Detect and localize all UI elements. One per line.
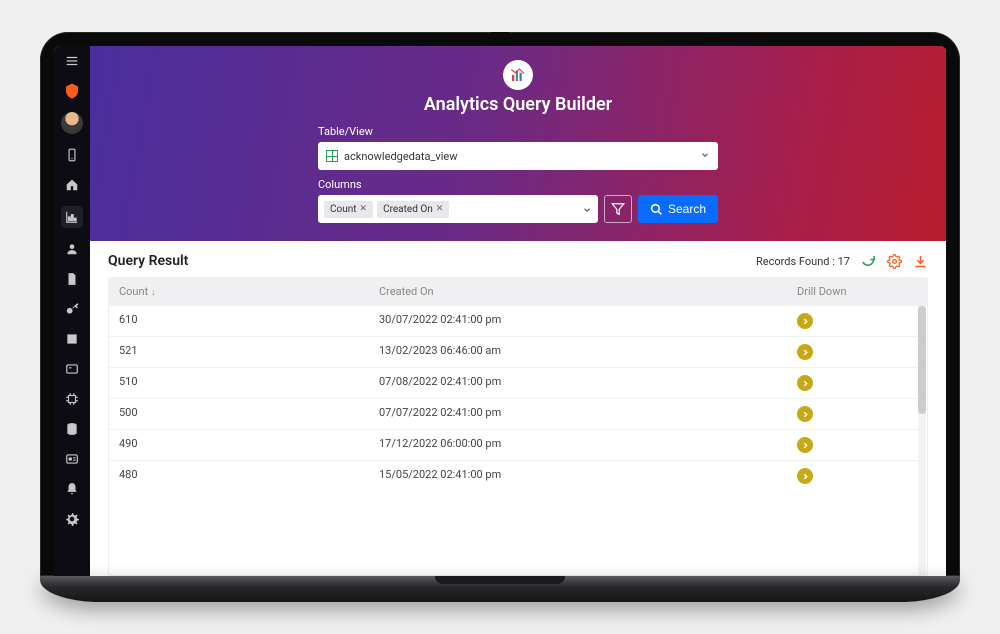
sort-desc-icon: ↓: [151, 288, 156, 298]
chip-remove-icon[interactable]: ✕: [360, 204, 368, 214]
laptop-frame: Analytics Query Builder Table/View ackno…: [40, 32, 960, 602]
table-label: Table/View: [318, 125, 718, 138]
book-icon[interactable]: [63, 330, 81, 348]
header: Analytics Query Builder Table/View ackno…: [90, 46, 946, 241]
filter-button[interactable]: [604, 195, 632, 223]
settings-icon[interactable]: [886, 253, 902, 269]
th-drill: Drill Down: [787, 278, 927, 305]
screen-bezel: Analytics Query Builder Table/View ackno…: [40, 32, 960, 576]
main-content: Analytics Query Builder Table/View ackno…: [90, 46, 946, 576]
chevron-down-icon: [700, 150, 710, 163]
gear-icon[interactable]: [63, 510, 81, 528]
home-icon[interactable]: [63, 176, 81, 194]
sidebar: [54, 46, 90, 576]
cell-drill: [787, 461, 927, 491]
cell-created: 07/08/2022 02:41:00 pm: [369, 368, 787, 398]
bell-icon[interactable]: [63, 480, 81, 498]
cell-created: 17/12/2022 06:00:00 pm: [369, 430, 787, 460]
table-row: 49017/12/2022 06:00:00 pm: [109, 429, 927, 460]
scrollbar[interactable]: [918, 306, 926, 575]
table-select[interactable]: acknowledgedata_view: [318, 142, 718, 170]
cell-created: 15/05/2022 02:41:00 pm: [369, 461, 787, 491]
file-icon[interactable]: [63, 270, 81, 288]
drill-down-button[interactable]: [797, 344, 813, 360]
chip-label: Created On: [383, 204, 433, 215]
card-icon[interactable]: [63, 360, 81, 378]
search-button-label: Search: [668, 202, 706, 216]
table-view-icon: [326, 150, 338, 162]
scrollbar-thumb[interactable]: [918, 306, 926, 414]
avatar[interactable]: [61, 112, 83, 134]
cell-created: 30/07/2022 02:41:00 pm: [369, 306, 787, 336]
mobile-icon[interactable]: [63, 146, 81, 164]
app-logo-icon: [503, 60, 533, 90]
refresh-icon[interactable]: [860, 253, 876, 269]
drill-down-button[interactable]: [797, 437, 813, 453]
cell-created: 07/07/2022 02:41:00 pm: [369, 399, 787, 429]
camera-notch: [491, 32, 509, 38]
database-icon[interactable]: [63, 420, 81, 438]
column-chip: Count ✕: [324, 201, 373, 218]
drill-down-button[interactable]: [797, 313, 813, 329]
query-form: Table/View acknowledgedata_view Columns: [318, 125, 718, 223]
th-created[interactable]: Created On: [369, 278, 787, 305]
chip-label: Count: [330, 204, 357, 215]
result-toolbar: Records Found : 17: [756, 253, 928, 269]
cell-drill: [787, 337, 927, 367]
search-icon: [650, 203, 663, 216]
table-row: 48015/05/2022 02:41:00 pm: [109, 460, 927, 491]
laptop-base: [40, 576, 960, 602]
cell-count: 480: [109, 461, 369, 491]
table-select-value: acknowledgedata_view: [344, 150, 458, 163]
table-header: Count↓ Created On Drill Down: [109, 278, 927, 305]
column-chip: Created On ✕: [377, 201, 449, 218]
chip-remove-icon[interactable]: ✕: [436, 204, 444, 214]
id-icon[interactable]: [63, 450, 81, 468]
key-icon[interactable]: [63, 300, 81, 318]
drill-down-button[interactable]: [797, 468, 813, 484]
result-table: Count↓ Created On Drill Down 61030/07/20…: [108, 277, 928, 576]
app-viewport: Analytics Query Builder Table/View ackno…: [54, 46, 946, 576]
drill-down-button[interactable]: [797, 375, 813, 391]
table-body: 61030/07/2022 02:41:00 pm52113/02/2023 0…: [109, 305, 927, 491]
cell-created: 13/02/2023 06:46:00 am: [369, 337, 787, 367]
user-icon[interactable]: [63, 240, 81, 258]
columns-multiselect[interactable]: Count ✕ Created On ✕: [318, 195, 598, 223]
drill-down-button[interactable]: [797, 406, 813, 422]
cell-drill: [787, 306, 927, 336]
result-panel: Query Result Records Found : 17: [90, 241, 946, 576]
cell-drill: [787, 368, 927, 398]
cell-drill: [787, 430, 927, 460]
columns-row: Count ✕ Created On ✕: [318, 195, 718, 223]
download-icon[interactable]: [912, 253, 928, 269]
cell-count: 610: [109, 306, 369, 336]
table-row: 61030/07/2022 02:41:00 pm: [109, 305, 927, 336]
records-found-label: Records Found : 17: [756, 255, 850, 268]
page-title: Analytics Query Builder: [424, 94, 612, 115]
cell-count: 521: [109, 337, 369, 367]
th-count[interactable]: Count↓: [109, 278, 369, 305]
cell-drill: [787, 399, 927, 429]
cell-count: 490: [109, 430, 369, 460]
search-button[interactable]: Search: [638, 195, 718, 223]
columns-label: Columns: [318, 178, 718, 191]
result-header: Query Result Records Found : 17: [108, 253, 928, 269]
result-title: Query Result: [108, 253, 188, 269]
chart-icon[interactable]: [61, 206, 83, 228]
cell-count: 500: [109, 399, 369, 429]
table-row: 52113/02/2023 06:46:00 am: [109, 336, 927, 367]
chevron-down-icon[interactable]: [582, 200, 592, 219]
menu-icon[interactable]: [63, 52, 81, 70]
table-row: 50007/07/2022 02:41:00 pm: [109, 398, 927, 429]
shield-icon[interactable]: [63, 82, 81, 100]
table-row: 51007/08/2022 02:41:00 pm: [109, 367, 927, 398]
cell-count: 510: [109, 368, 369, 398]
cpu-icon[interactable]: [63, 390, 81, 408]
